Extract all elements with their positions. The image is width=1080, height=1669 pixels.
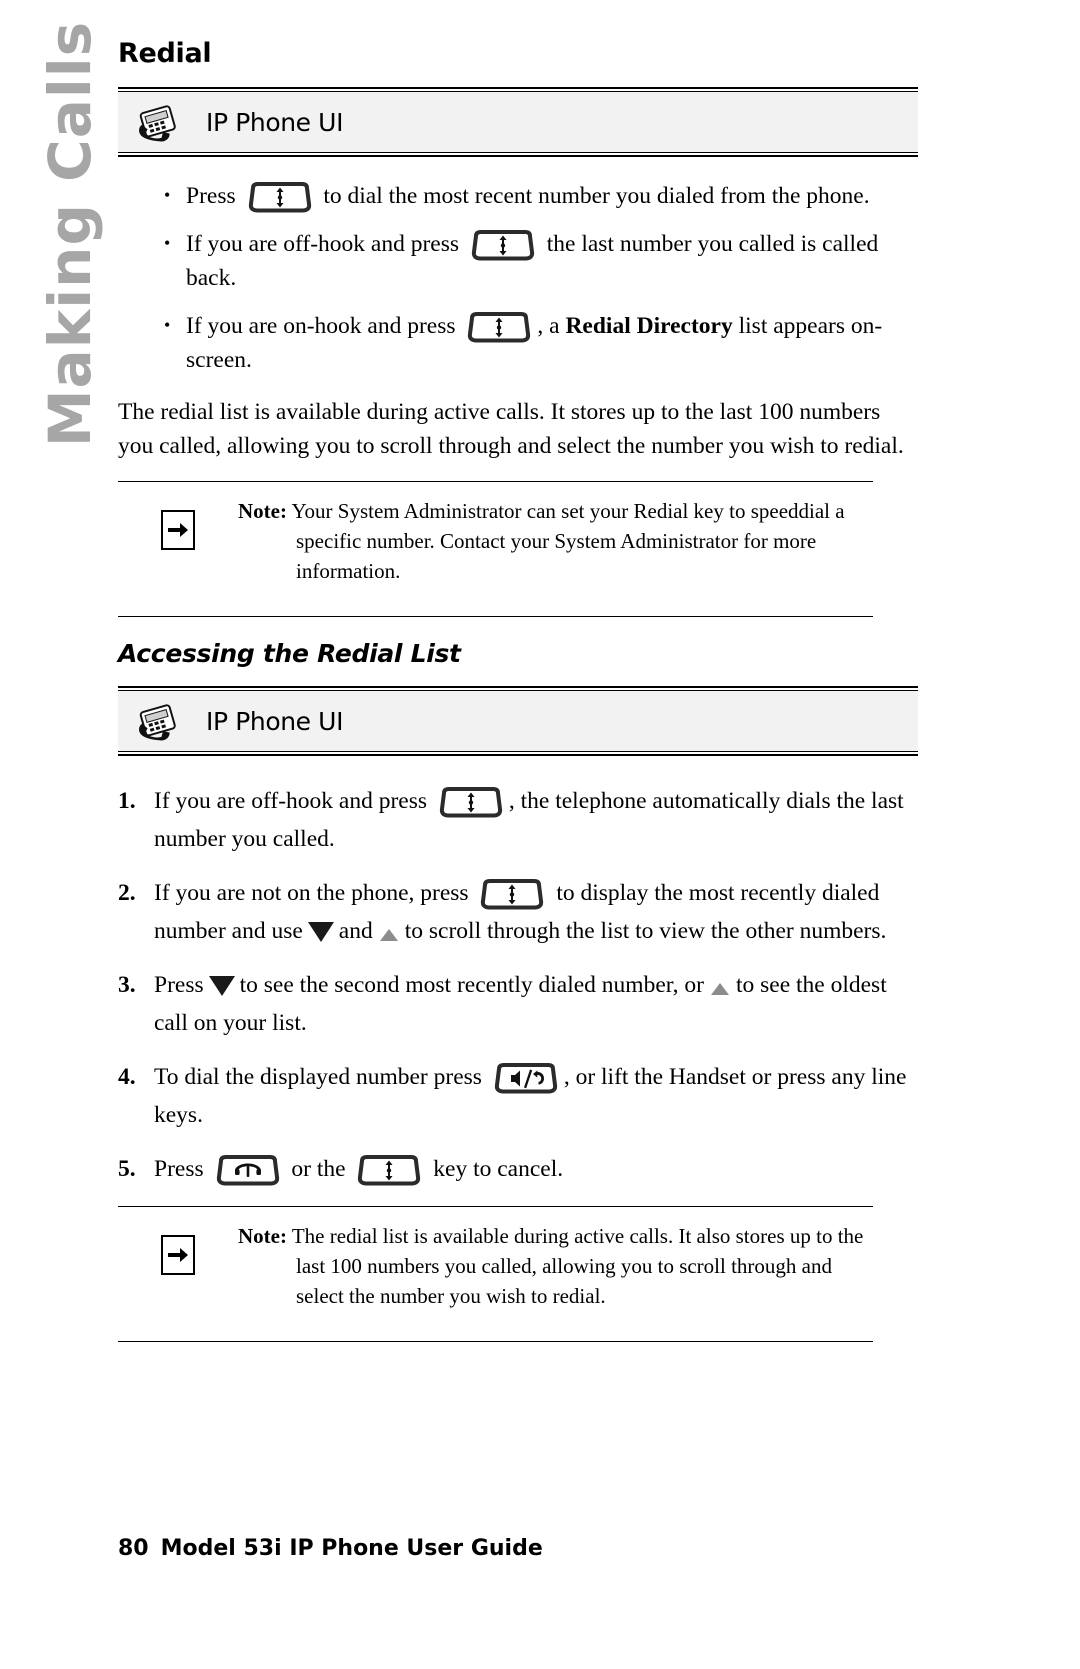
step-2-pre: If you are not on the phone, press	[154, 880, 469, 907]
list-item: Press to see the second most recently dia…	[118, 966, 918, 1042]
ip-phone-ui-label: IP Phone UI	[206, 107, 344, 137]
ip-phone-icon	[132, 699, 186, 743]
redial-description-paragraph: The redial list is available during acti…	[118, 399, 904, 460]
redial-key-icon	[479, 879, 545, 910]
arrow-right-icon	[161, 510, 195, 551]
goodbye-key-icon	[215, 1155, 281, 1186]
list-item: If you are off-hook and press , the tele…	[118, 782, 918, 858]
section-divider-rule	[118, 1341, 873, 1343]
list-item: If you are off-hook and press the last	[164, 226, 918, 295]
list-item: To dial the displayed number press , or …	[118, 1058, 918, 1134]
bullet-1-pre: Press	[186, 183, 236, 209]
page-content: Redial IP Phone UI • Press to dial the m…	[118, 0, 918, 1343]
step-5-post: key to cancel.	[433, 1156, 564, 1183]
document-page: Making Calls Redial IP Phone UI • Press …	[0, 0, 1080, 1669]
list-item: Press to dial the most recent number y	[164, 178, 918, 213]
step-5-mid: or the	[291, 1156, 346, 1183]
redial-directory-term: Redial Directory	[565, 313, 733, 340]
chapter-side-tab-label: Making Calls	[36, 20, 104, 448]
subsection-title: Accessing the Redial List	[118, 639, 461, 669]
page-title: Redial	[118, 38, 212, 69]
redial-key-icon	[466, 312, 532, 343]
note-label: Note:	[238, 499, 287, 524]
bullet-3-pre: If you are on-hook and press	[186, 313, 456, 340]
ip-phone-ui-band: IP Phone UI	[118, 686, 918, 757]
step-4-pre: To dial the displayed number press	[154, 1064, 482, 1091]
redial-key-icon	[247, 182, 313, 213]
chapter-side-tab: Making Calls	[0, 0, 118, 520]
step-2-post: to scroll through the list to view the o…	[404, 918, 887, 945]
step-1-pre: If you are off-hook and press	[154, 788, 427, 815]
speaker-headset-key-icon	[493, 1063, 559, 1094]
redial-key-icon	[470, 230, 536, 261]
page-footer: 80 Model 53i IP Phone User Guide	[118, 1536, 543, 1561]
bullet-1-post: to dial the most recent number you diale…	[323, 183, 870, 209]
note-label: Note:	[238, 1224, 287, 1249]
up-arrow-icon	[710, 982, 729, 995]
section-divider-rule	[118, 616, 873, 618]
list-item: Press or the key to cancel.	[118, 1150, 918, 1188]
redial-key-icon	[356, 1155, 422, 1186]
up-arrow-icon	[379, 928, 398, 941]
footer-guide-title: Model 53i IP Phone User Guide	[160, 1536, 543, 1561]
down-arrow-icon	[208, 975, 235, 996]
note-block-1: Note: Your System Administrator can set …	[118, 481, 873, 586]
redial-key-icon	[438, 787, 504, 818]
list-item: If you are not on the phone, press to di…	[118, 874, 918, 950]
step-2-between: and	[338, 918, 373, 945]
note-text: Your System Administrator can set your R…	[291, 499, 845, 584]
step-5-pre: Press	[154, 1156, 204, 1183]
note-text: The redial list is available during acti…	[291, 1224, 864, 1309]
bullet-2-pre: If you are off-hook and press	[186, 231, 459, 258]
redial-access-steps: If you are off-hook and press , the tele…	[118, 782, 918, 1188]
arrow-right-icon	[161, 1235, 195, 1276]
step-3-mid: to see the second most recently dialed n…	[239, 972, 704, 999]
list-item: If you are on-hook and press , a Redial …	[164, 308, 918, 377]
redial-bullet-list: Press to dial the most recent number y	[118, 178, 918, 377]
ip-phone-icon	[132, 100, 186, 144]
bullet-3-mid: , a	[537, 313, 566, 340]
ip-phone-ui-label: IP Phone UI	[206, 706, 344, 736]
note-block-2: Note: The redial list is available durin…	[118, 1206, 873, 1311]
ip-phone-ui-band: IP Phone UI	[118, 87, 918, 157]
footer-page-number: 80	[118, 1536, 149, 1561]
down-arrow-icon	[307, 921, 334, 942]
step-3-pre: Press	[154, 972, 204, 999]
